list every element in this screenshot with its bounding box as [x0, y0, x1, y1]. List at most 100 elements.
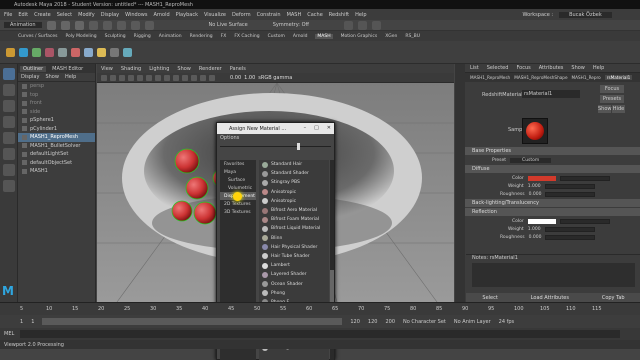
- outliner-item[interactable]: persp: [18, 82, 95, 91]
- mash-color-icon[interactable]: [71, 47, 80, 57]
- film-gate-icon[interactable]: [146, 74, 152, 81]
- outliner-item[interactable]: side: [18, 108, 95, 117]
- shelf-tab-sculpting[interactable]: Sculpting: [105, 34, 126, 39]
- presets-button[interactable]: Presets: [600, 95, 624, 103]
- diffuse-weight-slider[interactable]: [544, 183, 595, 189]
- material-list-item[interactable]: Bifrost Liquid Material: [259, 224, 329, 233]
- reflection-color-swatch[interactable]: [527, 218, 556, 224]
- mash-signal-icon[interactable]: [97, 47, 106, 57]
- outliner-item[interactable]: defaultObjectSet: [18, 159, 95, 168]
- material-list-item[interactable]: Hair Physical Shader: [259, 243, 329, 252]
- rotate-tool-icon[interactable]: [3, 132, 15, 144]
- section-backlighting[interactable]: Back-lighting/Translucency: [456, 199, 640, 207]
- material-category-item[interactable]: Surface: [220, 176, 256, 184]
- diffuse-weight-value[interactable]: 1.000: [528, 184, 541, 189]
- snap-grid-icon[interactable]: [116, 20, 126, 30]
- attr-menu-selected[interactable]: Selected: [487, 65, 509, 71]
- select-by-object-icon[interactable]: [102, 20, 112, 30]
- viewport-menu-view[interactable]: View: [101, 66, 113, 72]
- workspace-dropdown[interactable]: Bucak Özbek: [559, 11, 612, 18]
- minimize-icon[interactable]: –: [304, 125, 307, 131]
- live-surface-label[interactable]: No Live Surface: [209, 22, 248, 28]
- outliner-item[interactable]: front: [18, 99, 95, 108]
- lights-icon[interactable]: [182, 74, 188, 81]
- wireframe-icon[interactable]: [155, 74, 161, 81]
- shelf-tab-custom[interactable]: Custom: [268, 34, 285, 39]
- anim-layer-dropdown[interactable]: No Anim Layer: [454, 319, 491, 325]
- fps-dropdown[interactable]: 24 fps: [499, 319, 515, 325]
- diffuse-color-swatch[interactable]: [527, 175, 556, 181]
- lasso-tool-icon[interactable]: [3, 84, 15, 96]
- shelf-tab-arnold[interactable]: Arnold: [293, 34, 308, 39]
- diffuse-color-slider[interactable]: [559, 175, 610, 181]
- material-category-item[interactable]: Maya: [220, 168, 256, 176]
- outliner-item[interactable]: MASH1_BulletSolver: [18, 142, 95, 151]
- menu-mash[interactable]: MASH: [287, 12, 302, 18]
- focus-button[interactable]: Focus: [600, 85, 624, 93]
- material-list-item[interactable]: Phong: [259, 289, 329, 298]
- command-input[interactable]: [20, 330, 621, 338]
- mash-random-icon[interactable]: [84, 47, 93, 57]
- viewport-menu-lighting[interactable]: Lighting: [149, 66, 169, 72]
- diffuse-roughness-value[interactable]: 0.000: [529, 192, 542, 197]
- reflection-weight-slider[interactable]: [544, 226, 595, 232]
- paint-select-icon[interactable]: [3, 100, 15, 112]
- shelf-tab-motion-graphics[interactable]: Motion Graphics: [341, 34, 378, 39]
- character-set-dropdown[interactable]: No Character Set: [403, 319, 446, 325]
- close-icon[interactable]: ✕: [327, 125, 331, 131]
- outliner-menu-display[interactable]: Display: [21, 74, 39, 80]
- outliner-item[interactable]: defaultLightSet: [18, 150, 95, 159]
- attr-tab-rsmaterial[interactable]: rsMaterial1: [604, 75, 633, 80]
- move-tool-icon[interactable]: [3, 116, 15, 128]
- material-list-item[interactable]: Layered Shader: [259, 270, 329, 279]
- image-plane-icon[interactable]: [128, 74, 134, 81]
- shelf-tab-fx[interactable]: FX: [221, 34, 227, 39]
- material-list-item[interactable]: Ocean Shader: [259, 279, 329, 288]
- side-tab-strip[interactable]: [455, 64, 465, 302]
- viewport-menu-shading[interactable]: Shading: [121, 66, 141, 72]
- material-list-item[interactable]: Anisotropic: [259, 188, 329, 197]
- range-inner-start-field[interactable]: 1: [31, 319, 34, 325]
- mash-repro-icon[interactable]: [58, 47, 67, 57]
- viewport-menu-renderer[interactable]: Renderer: [199, 66, 222, 72]
- slider-handle[interactable]: [297, 143, 300, 150]
- attr-menu-help[interactable]: Help: [593, 65, 604, 71]
- outliner-item[interactable]: pSphere1: [18, 116, 95, 125]
- maximize-icon[interactable]: □: [314, 125, 319, 131]
- mash-editor-icon[interactable]: [19, 47, 28, 57]
- exposure-value[interactable]: 0.00: [230, 75, 241, 81]
- new-scene-icon[interactable]: [46, 20, 56, 30]
- mash-create-icon[interactable]: [6, 47, 15, 57]
- shelf-tab-mash[interactable]: MASH: [315, 33, 333, 39]
- viewport-menu-show[interactable]: Show: [177, 66, 191, 72]
- mash-world-icon[interactable]: [110, 47, 119, 57]
- load-attributes-button[interactable]: Load Attributes: [531, 295, 569, 301]
- tab-outliner[interactable]: Outliner: [20, 65, 47, 72]
- outliner-menu-show[interactable]: Show: [45, 74, 59, 80]
- attr-menu-attributes[interactable]: Attributes: [539, 65, 564, 71]
- menu-select[interactable]: Select: [57, 12, 72, 18]
- shelf-tab-curves[interactable]: Curves / Surfaces: [18, 34, 58, 39]
- camera-icon[interactable]: [101, 74, 107, 81]
- menu-file[interactable]: File: [4, 12, 12, 18]
- menu-modify[interactable]: Modify: [78, 12, 95, 18]
- save-scene-icon[interactable]: [74, 20, 84, 30]
- attr-menu-show[interactable]: Show: [571, 65, 585, 71]
- node-name-field[interactable]: rsMaterial1: [522, 90, 580, 98]
- smooth-shade-icon[interactable]: [164, 74, 170, 81]
- select-tool-icon[interactable]: [3, 68, 15, 80]
- symmetry-label[interactable]: Symmetry: Off: [273, 22, 309, 28]
- grid-icon[interactable]: [137, 74, 143, 81]
- menu-cache[interactable]: Cache: [307, 12, 323, 18]
- range-end2-field[interactable]: 200: [385, 319, 395, 325]
- snap-curve-icon[interactable]: [130, 20, 140, 30]
- menu-arnold[interactable]: Arnold: [153, 12, 169, 18]
- time-slider[interactable]: 5 10 15 20 25 30 35 40 45 50 55 60 65 70 75 80 85 90 95 100…: [0, 302, 640, 315]
- material-list-item[interactable]: Bifrost Foam Material: [259, 215, 329, 224]
- material-category-item[interactable]: Volumetric: [220, 184, 256, 192]
- menu-visualize[interactable]: Visualize: [204, 12, 226, 18]
- outliner-menu-help[interactable]: Help: [65, 74, 76, 80]
- shelf-tab-rendering[interactable]: Rendering: [190, 34, 213, 39]
- mash-distribute-icon[interactable]: [45, 47, 54, 57]
- attr-menu-list[interactable]: List: [470, 65, 479, 71]
